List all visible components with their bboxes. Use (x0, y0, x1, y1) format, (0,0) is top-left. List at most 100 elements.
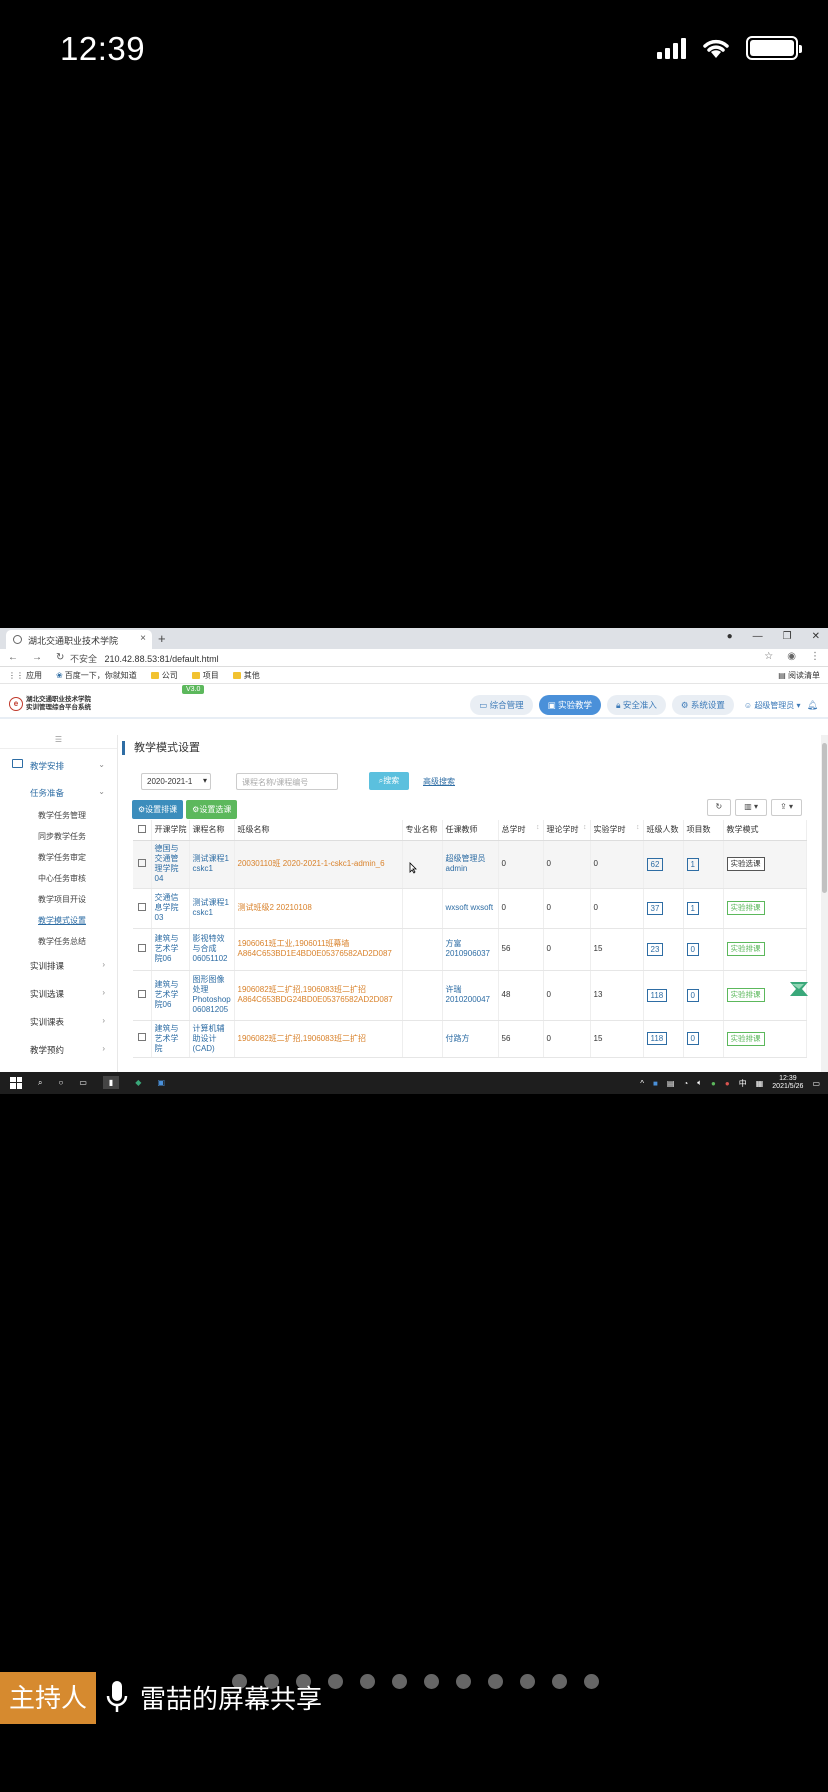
mode-button[interactable]: 实验排课 (726, 901, 765, 915)
row-checkbox[interactable] (133, 840, 152, 889)
columns-button[interactable]: ▥ ▾ (735, 799, 768, 816)
bookmark-projects[interactable]: 项目 (191, 670, 219, 680)
select-all-checkbox[interactable] (133, 820, 152, 841)
mode-button[interactable]: 实验选课 (726, 857, 765, 871)
nav-experiment-teaching[interactable]: ▣ 实验教学 (538, 695, 602, 715)
new-tab-button[interactable]: + (158, 631, 166, 646)
advanced-search-link[interactable]: 高级搜索 (423, 776, 455, 787)
cell-college[interactable]: 交通信息学院03 (151, 888, 190, 929)
cell-size[interactable]: 118 (643, 1020, 684, 1058)
cell-size[interactable]: 118 (643, 970, 684, 1021)
row-checkbox[interactable] (133, 928, 152, 971)
wechat-icon[interactable]: ● (711, 1079, 716, 1088)
wifi-tray-icon[interactable]: ◔ (683, 1079, 688, 1088)
table-row[interactable]: 建筑与艺术学院06 影视特效与合成 06051102 1906061班工业,19… (133, 928, 807, 971)
sidebar-item-task-manage[interactable]: 教学任务管理 (0, 805, 117, 826)
col-teacher[interactable]: 任课教师 (442, 820, 499, 841)
bookmark-baidu[interactable]: ❀ 百度一下，你就知道 (56, 670, 137, 680)
cell-college[interactable]: 德国与交通管理学院04 (151, 840, 190, 889)
vertical-scrollbar[interactable] (821, 735, 828, 1072)
col-projects[interactable]: 项目数 (683, 820, 724, 841)
search-button[interactable]: ⌕搜索 (369, 772, 409, 790)
cell-projects[interactable]: 0 (683, 970, 724, 1021)
cell-class[interactable]: 20030110班 2020-2021-1-cskc1-admin_6 (234, 840, 403, 889)
refresh-button[interactable]: ↻ (706, 799, 732, 816)
col-course[interactable]: 课程名称 (189, 820, 235, 841)
cell-course[interactable]: 测试课程1 cskc1 (189, 888, 235, 929)
bookmark-apps[interactable]: ⋮⋮ 应用 (8, 670, 42, 680)
table-row[interactable]: 德国与交通管理学院04 测试课程1 cskc1 20030110班 2020-2… (133, 840, 807, 889)
reload-icon[interactable]: ↻ (56, 652, 64, 663)
set-selection-button[interactable]: ⚙设置选课 (186, 800, 238, 819)
cell-projects[interactable]: 0 (683, 1020, 724, 1058)
cell-projects[interactable]: 1 (683, 840, 724, 889)
cell-course[interactable]: 影视特效与合成 06051102 (189, 928, 235, 971)
cell-mode[interactable]: 实验排课 (723, 888, 807, 929)
tray-red-icon[interactable]: ● (725, 1079, 730, 1088)
cell-class[interactable]: 1906082班二扩招,1906083班二扩招 (234, 1020, 403, 1058)
windows-start-icon[interactable] (10, 1076, 22, 1089)
sidebar-item-reservation[interactable]: 教学预约 › (0, 1036, 117, 1064)
bell-icon[interactable]: 🔔︎ (807, 700, 818, 711)
cell-course[interactable]: 测试课程1 cskc1 (189, 840, 235, 889)
back-icon[interactable]: ← (8, 652, 18, 663)
cell-mode[interactable]: 实验排课 (723, 1020, 807, 1058)
cell-mode[interactable]: 实验排课 (723, 928, 807, 971)
tray-expand-icon[interactable]: ^ (640, 1079, 644, 1088)
cell-mode[interactable]: 实验选课 (723, 840, 807, 889)
network-icon[interactable]: ▤ (667, 1079, 675, 1088)
sidebar-item-center-audit[interactable]: 中心任务审核 (0, 868, 117, 889)
cell-projects[interactable]: 0 (683, 928, 724, 971)
minimize-icon[interactable]: — (753, 631, 763, 642)
bookmark-company[interactable]: 公司 (150, 670, 178, 680)
col-theory-hours[interactable]: 理论学时 (543, 820, 591, 841)
keyboard-icon[interactable]: ▦ (756, 1079, 764, 1088)
forward-icon[interactable]: → (32, 652, 42, 663)
search-input[interactable]: 课程名称/课程编号 (236, 773, 338, 790)
sidebar-toggle[interactable]: ☰ (0, 735, 117, 749)
search-icon[interactable]: ⌕ (38, 1078, 42, 1088)
cell-class[interactable]: 测试班级2 20210108 (234, 888, 403, 929)
year-select[interactable]: 2020-2021-1 (141, 773, 211, 790)
sidebar-item-selection[interactable]: 实训选课 › (0, 980, 117, 1008)
table-row[interactable]: 建筑与艺术学院06 图形图像处理 Photoshop 06081205 1906… (133, 970, 807, 1021)
user-menu[interactable]: ☺ 超级管理员 ▾ (744, 700, 801, 711)
cell-college[interactable]: 建筑与艺术学院06 (151, 928, 190, 971)
floating-assistant-icon[interactable] (788, 978, 810, 1000)
cell-class[interactable]: 1906061班工业,1906011班幕墙 A864C653BD1E4BD0E0… (234, 928, 403, 971)
sidebar-subgroup-prep[interactable]: 任务准备 ⌄ (0, 781, 117, 805)
table-row[interactable]: 交通信息学院03 测试课程1 cskc1 测试班级2 20210108 wxso… (133, 888, 807, 929)
nav-comprehensive[interactable]: ▭ 综合管理 (470, 695, 533, 715)
cell-projects[interactable]: 1 (683, 888, 724, 929)
sidebar-item-project-open[interactable]: 教学项目开设 (0, 889, 117, 910)
col-exp-hours[interactable]: 实验学时 (590, 820, 644, 841)
cell-teacher[interactable]: 方富 2010906037 (442, 928, 499, 971)
volume-icon[interactable]: 🔈︎ (697, 1078, 702, 1088)
cell-teacher[interactable]: 付路方 (442, 1020, 499, 1058)
cell-teacher[interactable]: 超级管理员 admin (442, 840, 499, 889)
sidebar-group-teaching[interactable]: 教学安排 ⌄ (0, 749, 117, 781)
browser-tab[interactable]: 湖北交通职业技术学院 × (6, 630, 152, 649)
cell-college[interactable]: 建筑与艺术学院06 (151, 970, 190, 1021)
cell-class[interactable]: 1906082班二扩招,1906083班二扩招 A864C653BDG24BD0… (234, 970, 403, 1021)
export-button[interactable]: ⇪ ▾ (771, 799, 802, 816)
ime-indicator[interactable]: 中 (739, 1078, 747, 1089)
microphone-icon[interactable] (106, 1679, 128, 1717)
cell-college[interactable]: 建筑与艺术学院 (151, 1020, 190, 1058)
taskbar-clock[interactable]: 12:39 2021/5/26 (772, 1075, 803, 1091)
cell-course[interactable]: 图形图像处理 Photoshop 06081205 (189, 970, 235, 1021)
table-row[interactable]: 建筑与艺术学院 计算机辅助设计(CAD) 1906082班二扩招,1906083… (133, 1020, 807, 1058)
file-explorer-icon[interactable]: ▮ (102, 1076, 120, 1089)
row-checkbox[interactable] (133, 888, 152, 929)
nav-system-settings[interactable]: ⚙ 系统设置 (671, 695, 734, 715)
tray-app-icon[interactable]: ■ (653, 1079, 658, 1088)
col-mode[interactable]: 教学模式 (723, 820, 807, 841)
bookmark-other[interactable]: 其他 (232, 670, 260, 680)
sidebar-item-timetable[interactable]: 实训课表 › (0, 1008, 117, 1036)
url-field[interactable]: 不安全 210.42.88.53:81/default.html (70, 652, 219, 665)
sidebar-item-task-summary[interactable]: 教学任务总结 (0, 931, 117, 952)
col-class-size[interactable]: 班级人数 (643, 820, 684, 841)
close-tab-icon[interactable]: × (140, 633, 146, 644)
close-window-icon[interactable]: ✕ (812, 631, 820, 642)
cell-teacher[interactable]: wxsoft wxsoft (442, 888, 499, 929)
